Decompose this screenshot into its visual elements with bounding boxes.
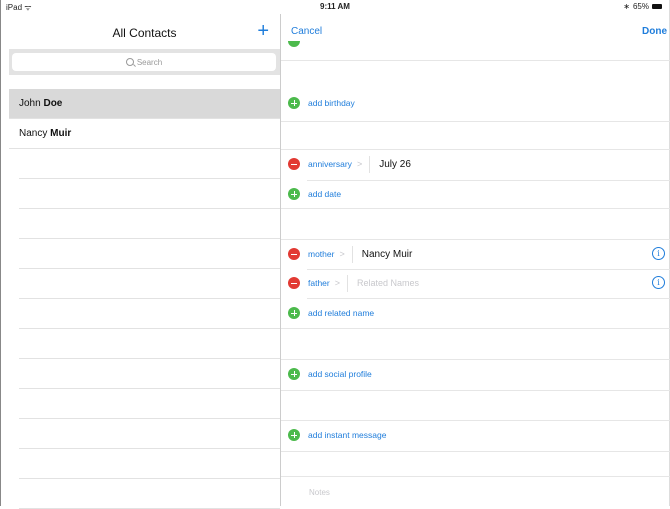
add-icon[interactable] xyxy=(288,307,300,319)
empty-row xyxy=(19,149,280,179)
divider xyxy=(281,420,670,421)
related-name-value[interactable]: Nancy Muir xyxy=(362,249,413,260)
chevron-right-icon: > xyxy=(334,278,341,288)
contact-edit-pane: Cancel Done add birthday anniversary > J… xyxy=(281,14,670,506)
contact-row-john-doe[interactable]: John Doe xyxy=(9,89,280,119)
divider xyxy=(281,60,670,61)
add-birthday-label: add birthday xyxy=(308,98,355,108)
empty-row xyxy=(19,329,280,359)
empty-row xyxy=(19,389,280,419)
done-button[interactable]: Done xyxy=(642,26,667,37)
contact-row-nancy-muir[interactable]: Nancy Muir xyxy=(9,119,280,149)
search-bar: Search xyxy=(9,49,280,75)
field-separator xyxy=(369,155,371,173)
empty-row xyxy=(19,419,280,449)
divider xyxy=(307,298,670,299)
field-separator xyxy=(351,245,353,263)
add-contact-button[interactable]: + xyxy=(257,21,269,41)
divider xyxy=(281,390,670,391)
sidebar-title: All Contacts xyxy=(112,26,177,40)
add-icon[interactable] xyxy=(288,368,300,380)
contact-first-name: John xyxy=(19,98,41,109)
chevron-right-icon: > xyxy=(356,159,363,169)
divider xyxy=(281,208,670,209)
contact-list: John Doe Nancy Muir xyxy=(9,89,280,509)
contact-first-name: Nancy xyxy=(19,128,48,139)
status-bar: iPad ᯤ 9:11 AM ∗ 65% xyxy=(0,0,670,14)
status-time: 9:11 AM xyxy=(320,2,350,11)
add-instant-message-row[interactable]: add instant message xyxy=(281,422,670,448)
empty-row xyxy=(19,299,280,329)
divider xyxy=(281,451,670,452)
add-social-profile-row[interactable]: add social profile xyxy=(281,361,670,387)
add-date-row[interactable]: add date xyxy=(281,181,670,207)
info-icon[interactable]: i xyxy=(652,247,665,260)
related-name-row-father: father > Related Names i xyxy=(281,270,670,296)
add-related-name-label: add related name xyxy=(308,308,375,318)
add-birthday-row[interactable]: add birthday xyxy=(281,90,670,116)
divider xyxy=(281,149,670,150)
remove-icon[interactable] xyxy=(288,158,300,170)
related-name-input[interactable]: Related Names xyxy=(357,278,419,288)
empty-row xyxy=(19,209,280,239)
add-social-profile-label: add social profile xyxy=(308,369,372,379)
notes-field[interactable]: Notes xyxy=(309,488,330,497)
cancel-button[interactable]: Cancel xyxy=(291,26,322,37)
anniversary-label[interactable]: anniversary xyxy=(308,159,352,169)
bluetooth-icon: ∗ xyxy=(623,2,630,11)
detail-nav-bar: Cancel Done xyxy=(281,14,670,48)
add-related-name-row[interactable]: add related name xyxy=(281,300,670,326)
search-input[interactable]: Search xyxy=(12,53,276,71)
search-icon xyxy=(125,58,134,66)
add-icon[interactable] xyxy=(288,97,300,109)
divider xyxy=(281,359,670,360)
add-instant-message-label: add instant message xyxy=(308,430,387,440)
empty-row xyxy=(19,269,280,299)
info-icon[interactable]: i xyxy=(652,276,665,289)
contact-last-name: Doe xyxy=(43,98,63,109)
sidebar-nav-bar: All Contacts + xyxy=(9,14,280,48)
battery-indicator: ∗ 65% xyxy=(623,2,662,11)
anniversary-value[interactable]: July 26 xyxy=(379,159,411,170)
search-placeholder: Search xyxy=(136,57,163,67)
empty-row xyxy=(19,449,280,479)
divider xyxy=(281,476,670,477)
relation-label[interactable]: father xyxy=(308,278,330,288)
contact-last-name: Muir xyxy=(50,128,72,139)
chevron-right-icon: > xyxy=(339,249,345,259)
empty-row xyxy=(19,359,280,389)
add-date-label: add date xyxy=(308,189,342,199)
remove-icon[interactable] xyxy=(288,248,300,260)
add-icon[interactable] xyxy=(288,429,300,441)
remove-icon[interactable] xyxy=(288,277,300,289)
field-separator xyxy=(347,274,349,292)
relation-label[interactable]: mother xyxy=(308,249,334,259)
battery-percent: 65% xyxy=(632,2,649,11)
empty-row xyxy=(19,179,280,209)
divider xyxy=(281,121,670,122)
add-icon[interactable] xyxy=(288,188,300,200)
battery-icon xyxy=(652,4,662,9)
empty-row xyxy=(19,479,280,509)
related-name-row-mother: mother > Nancy Muir i xyxy=(281,241,670,267)
empty-row xyxy=(19,239,280,269)
anniversary-row: anniversary > July 26 xyxy=(281,151,670,177)
contacts-sidebar: All Contacts + Search John Doe Nancy Mui… xyxy=(9,14,281,509)
divider xyxy=(281,239,670,240)
divider xyxy=(281,328,670,329)
